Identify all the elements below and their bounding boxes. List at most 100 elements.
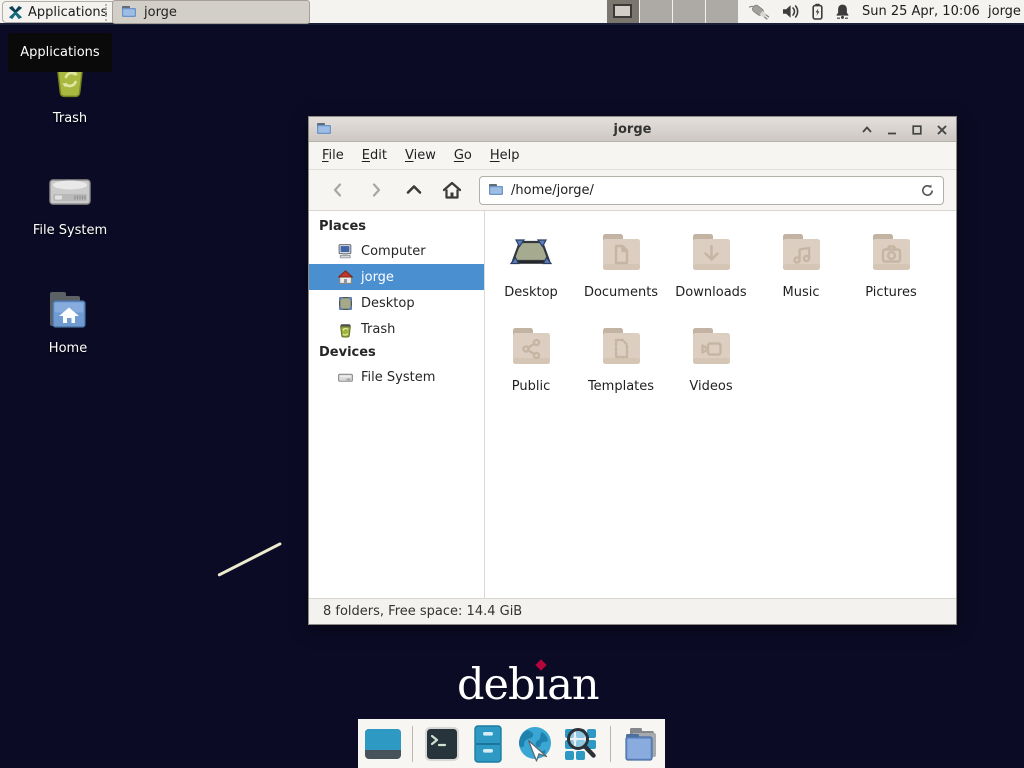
- menu-edit[interactable]: Edit: [353, 142, 396, 170]
- folder-item-music[interactable]: Music: [756, 228, 846, 322]
- bottom-dock-panel: [358, 719, 665, 768]
- folder-item-public[interactable]: Public: [486, 322, 576, 416]
- file-cabinet-icon: [468, 724, 508, 764]
- back-button[interactable]: [319, 175, 357, 205]
- file-manager-window: jorge File Edit View Go Help: [308, 116, 957, 625]
- documents-folder-icon: [597, 228, 645, 276]
- folder-item-downloads[interactable]: Downloads: [666, 228, 756, 322]
- panel-username[interactable]: jorge: [988, 0, 1021, 23]
- top-panel: Applications jorge: [0, 0, 1024, 25]
- folder-label: Pictures: [865, 285, 916, 300]
- panel-clock[interactable]: Sun 25 Apr, 10:06: [862, 0, 980, 23]
- folder-label: Downloads: [675, 285, 746, 300]
- sidebar-item-trash[interactable]: Trash: [309, 316, 484, 342]
- task-folder-icon: [121, 4, 137, 20]
- sidebar-item-jorge[interactable]: jorge: [309, 264, 484, 290]
- shade-window-button[interactable]: [860, 123, 873, 136]
- terminal-launcher[interactable]: [421, 723, 462, 765]
- workspace-2[interactable]: [640, 0, 673, 23]
- folder-label: Templates: [588, 379, 654, 394]
- videos-folder-icon: [687, 322, 735, 370]
- sidebar-item-label: Computer: [361, 244, 426, 259]
- sidebar-item-desktop[interactable]: Desktop: [309, 290, 484, 316]
- sidebar: Places Computer jo: [309, 211, 485, 598]
- folder-item-videos[interactable]: Videos: [666, 322, 756, 416]
- up-button[interactable]: [395, 175, 433, 205]
- window-title: jorge: [309, 122, 956, 137]
- folder-item-desktop[interactable]: Desktop: [486, 228, 576, 322]
- web-browser-launcher[interactable]: [514, 723, 555, 765]
- workspace-switcher[interactable]: [607, 0, 739, 23]
- desktop-icon-home[interactable]: Home: [22, 288, 114, 356]
- applications-menu-button[interactable]: Applications: [2, 1, 116, 23]
- forward-button[interactable]: [357, 175, 395, 205]
- trash-small-icon: [337, 321, 354, 338]
- xfce-menu-icon: [8, 5, 23, 20]
- desktop-icon-label: File System: [33, 223, 107, 238]
- minimize-button[interactable]: [885, 123, 898, 136]
- power-plug-icon[interactable]: [749, 2, 773, 22]
- folder-label: Public: [512, 379, 550, 394]
- applications-label: Applications: [28, 5, 107, 20]
- home-folder-icon: [44, 288, 92, 334]
- places-header: Places: [309, 216, 484, 238]
- close-button[interactable]: [935, 123, 948, 136]
- sidebar-item-computer[interactable]: Computer: [309, 238, 484, 264]
- folder-stack-icon: [620, 724, 660, 764]
- globe-browser-icon: [515, 724, 555, 764]
- sidebar-item-file-system[interactable]: File System: [309, 364, 484, 390]
- menu-help[interactable]: Help: [481, 142, 529, 170]
- workspace-3[interactable]: [673, 0, 706, 23]
- reload-icon[interactable]: [920, 183, 935, 198]
- folder-label: Music: [783, 285, 820, 300]
- location-bar[interactable]: /home/jorge/: [479, 176, 944, 205]
- public-folder-icon: [507, 322, 555, 370]
- sidebar-item-label: Desktop: [361, 296, 415, 311]
- toolbar: /home/jorge/: [309, 170, 956, 211]
- workspace-1[interactable]: [607, 0, 640, 23]
- desktop-icon-file-system[interactable]: File System: [24, 170, 116, 238]
- file-browser-launcher[interactable]: [619, 723, 660, 765]
- menu-go[interactable]: Go: [445, 142, 481, 170]
- home-icon: [337, 269, 354, 286]
- folder-label: Videos: [689, 379, 732, 394]
- desktop-icon-label: Trash: [53, 111, 87, 126]
- dock-separator: [412, 726, 414, 762]
- drive-icon: [337, 369, 354, 386]
- debian-wallpaper-logo: debıan: [457, 660, 599, 710]
- app-finder-icon: [561, 724, 601, 764]
- devices-header: Devices: [309, 342, 484, 364]
- folder-label: Desktop: [504, 285, 558, 300]
- folder-item-pictures[interactable]: Pictures: [846, 228, 936, 322]
- status-bar: 8 folders, Free space: 14.4 GiB: [309, 598, 956, 624]
- computer-icon: [337, 243, 354, 260]
- battery-icon[interactable]: [810, 3, 825, 20]
- sidebar-item-label: jorge: [361, 270, 394, 285]
- desktop-special-icon: [507, 228, 555, 276]
- file-list-area[interactable]: Desktop Documents Downloads: [485, 211, 956, 598]
- system-tray: [749, 0, 851, 23]
- application-finder-launcher[interactable]: [561, 723, 602, 765]
- desktop-icon-label: Home: [49, 341, 87, 356]
- volume-icon[interactable]: [782, 3, 801, 20]
- menu-file[interactable]: File: [313, 142, 353, 170]
- panel-drag-handle[interactable]: [105, 4, 109, 21]
- templates-folder-icon: [597, 322, 645, 370]
- home-button[interactable]: [433, 175, 471, 205]
- workspace-4[interactable]: [706, 0, 739, 23]
- taskbar-window-label: jorge: [144, 5, 177, 20]
- notifications-bell-icon[interactable]: [834, 3, 851, 20]
- workspace-window-thumb: [613, 4, 632, 18]
- current-path[interactable]: /home/jorge/: [511, 183, 913, 198]
- folder-item-templates[interactable]: Templates: [576, 322, 666, 416]
- file-manager-launcher[interactable]: [468, 723, 509, 765]
- menu-view[interactable]: View: [396, 142, 445, 170]
- taskbar-window-button[interactable]: jorge: [112, 0, 310, 24]
- window-titlebar[interactable]: jorge: [309, 117, 956, 142]
- terminal-icon: [422, 724, 462, 764]
- folder-item-documents[interactable]: Documents: [576, 228, 666, 322]
- maximize-button[interactable]: [910, 123, 923, 136]
- hard-drive-icon: [45, 170, 95, 216]
- music-folder-icon: [777, 228, 825, 276]
- show-desktop-button[interactable]: [363, 723, 404, 765]
